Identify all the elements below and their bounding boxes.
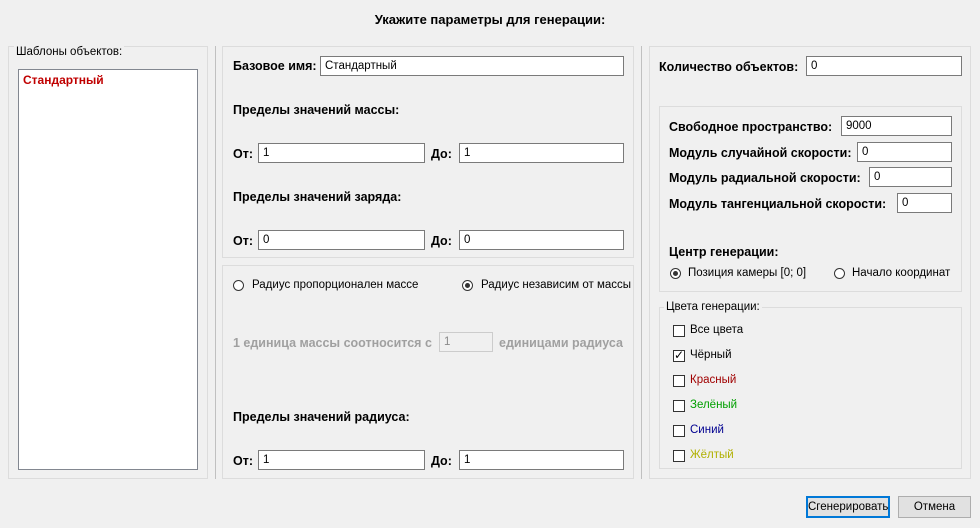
count-input[interactable]: 0 (806, 56, 962, 76)
color-blue-label[interactable]: Синий (690, 424, 724, 436)
radius-from-label: От: (233, 454, 254, 468)
cancel-button[interactable]: Отмена (898, 496, 971, 518)
radius-proportional-label[interactable]: Радиус пропорционален массе (252, 279, 418, 291)
random-speed-label: Модуль случайной скорости: (669, 146, 852, 160)
generate-button[interactable]: Сгенерировать (806, 496, 890, 518)
radius-limits-label: Пределы значений радиуса: (233, 410, 410, 424)
template-item-standard[interactable]: Стандартный (23, 73, 104, 87)
charge-from-label: От: (233, 234, 254, 248)
color-yellow-label[interactable]: Жёлтый (690, 449, 734, 461)
radial-speed-input[interactable]: 0 (869, 167, 952, 187)
base-name-input[interactable]: Стандартный (320, 56, 624, 76)
checkmark-icon: ✓ (674, 348, 685, 362)
color-black-label[interactable]: Чёрный (690, 349, 732, 361)
mass-from-input[interactable]: 1 (258, 143, 425, 163)
color-red-label[interactable]: Красный (690, 374, 736, 386)
count-label: Количество объектов: (659, 60, 799, 74)
ratio-prefix-label: 1 единица массы соотносится с (233, 336, 432, 350)
radius-to-input[interactable]: 1 (459, 450, 624, 470)
mass-from-label: От: (233, 147, 254, 161)
center-origin-radio[interactable] (834, 268, 845, 279)
splitter-left[interactable] (215, 46, 216, 479)
tangential-speed-input[interactable]: 0 (897, 193, 952, 213)
color-yellow-checkbox[interactable] (673, 450, 685, 462)
color-black-checkbox[interactable]: ✓ (673, 348, 685, 362)
radius-independent-radio[interactable] (462, 280, 473, 291)
charge-limits-label: Пределы значений заряда: (233, 190, 402, 204)
mass-to-label: До: (431, 147, 452, 161)
radial-speed-label: Модуль радиальной скорости: (669, 171, 861, 185)
radius-proportional-radio[interactable] (233, 280, 244, 291)
center-camera-radio[interactable] (670, 268, 681, 279)
color-green-label[interactable]: Зелёный (690, 399, 737, 411)
color-all-checkbox[interactable] (673, 325, 685, 337)
templates-list[interactable]: Стандартный (18, 69, 198, 470)
ratio-input[interactable]: 1 (439, 332, 493, 352)
color-green-checkbox[interactable] (673, 400, 685, 412)
charge-from-input[interactable]: 0 (258, 230, 425, 250)
base-name-label: Базовое имя: (233, 59, 317, 73)
ratio-suffix-label: единицами радиуса (499, 336, 623, 350)
mass-limits-label: Пределы значений массы: (233, 103, 400, 117)
free-space-label: Свободное пространство: (669, 120, 833, 134)
color-red-checkbox[interactable] (673, 375, 685, 387)
center-label: Центр генерации: (669, 245, 779, 259)
center-camera-label[interactable]: Позиция камеры [0; 0] (688, 267, 806, 279)
color-all-label[interactable]: Все цвета (690, 324, 743, 336)
charge-to-input[interactable]: 0 (459, 230, 624, 250)
tangential-speed-label: Модуль тангенциальной скорости: (669, 197, 887, 211)
splitter-right[interactable] (641, 46, 642, 479)
dialog-title: Укажите параметры для генерации: (374, 12, 606, 27)
charge-to-label: До: (431, 234, 452, 248)
mass-to-input[interactable]: 1 (459, 143, 624, 163)
radius-from-input[interactable]: 1 (258, 450, 425, 470)
random-speed-input[interactable]: 0 (857, 142, 952, 162)
radius-independent-label[interactable]: Радиус независим от массы (481, 279, 631, 291)
free-space-input[interactable]: 9000 (841, 116, 952, 136)
center-origin-label[interactable]: Начало координат (852, 267, 950, 279)
templates-label: Шаблоны объектов: (14, 46, 125, 58)
radius-to-label: До: (431, 454, 452, 468)
color-blue-checkbox[interactable] (673, 425, 685, 437)
radius-group (222, 265, 634, 479)
colors-label: Цвета генерации: (664, 301, 762, 313)
